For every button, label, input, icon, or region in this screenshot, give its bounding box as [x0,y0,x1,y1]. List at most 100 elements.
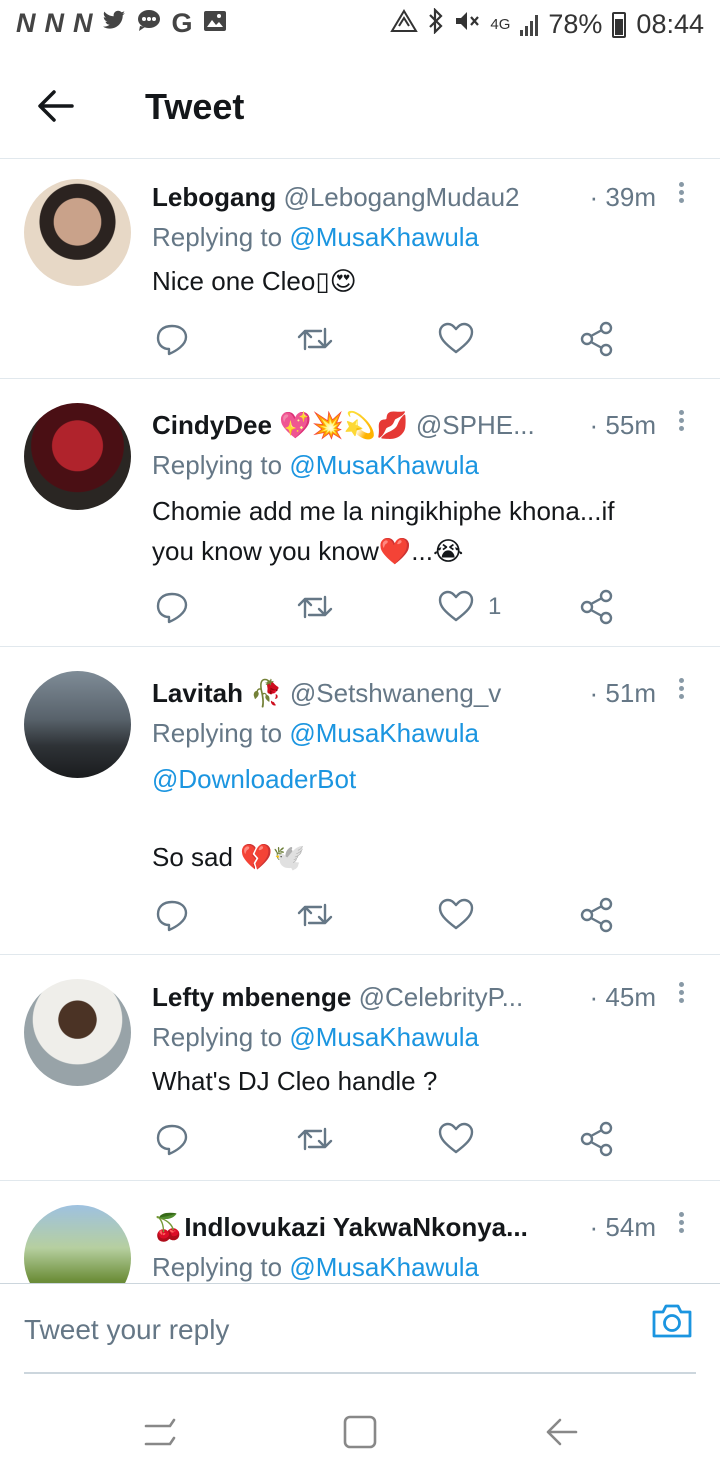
mention-link[interactable]: @MusaKhawula [289,718,479,748]
network-n-icon: N [44,8,64,38]
recent-apps-button[interactable] [140,1412,180,1452]
reply-input-underline [24,1372,696,1374]
user-handle: @Setshwaneng_v [289,678,502,708]
avatar[interactable] [24,179,131,286]
arrow-left-icon [38,90,74,122]
retweet-action-button[interactable] [295,895,335,935]
retweet-icon [297,1127,333,1151]
comment-icon [156,1124,188,1156]
signal-bars-icon [520,14,539,36]
mention-link[interactable]: @DownloaderBot [152,759,690,799]
mute-icon [454,9,480,40]
system-back-button[interactable] [542,1412,582,1452]
twitter-bird-icon [102,8,126,39]
like-action-button[interactable] [436,895,476,935]
tweet-time: · 51m [589,678,656,708]
share-icon [580,897,613,933]
like-action-button[interactable] [436,587,476,627]
retweet-action-button[interactable] [295,319,335,359]
more-options-button[interactable] [674,675,688,705]
back-button[interactable] [34,86,78,126]
replying-to-label: Replying to [152,1022,283,1052]
gallery-icon [203,8,227,39]
user-name[interactable]: Lebogang [152,182,276,212]
avatar[interactable] [24,403,131,510]
tweet-text: What's DJ Cleo handle ? [152,1066,438,1096]
like-count: 1 [488,593,502,620]
status-left-icons: N N N G [16,8,227,39]
share-icon [580,321,613,357]
replying-to-label: Replying to [152,1252,283,1282]
name-emoji: 🥀 [250,678,283,708]
heart-icon [438,590,474,622]
bluetooth-icon [428,7,444,41]
comment-icon [156,592,188,624]
reply-action-button[interactable] [152,895,192,935]
retweet-action-button[interactable] [295,1119,335,1159]
share-icon [580,1121,613,1157]
user-handle: @CelebrityP... [358,982,524,1012]
reply-action-button[interactable] [152,1119,192,1159]
replying-to-label: Replying to [152,450,283,480]
reply-input[interactable] [24,1310,624,1350]
tweet-text-line: you know you know❤️...😭 [152,536,464,566]
share-action-button[interactable] [577,1119,617,1159]
more-options-button[interactable] [674,1209,688,1239]
status-right-icons: 4G 78% 08:44 [390,7,704,41]
avatar[interactable] [24,671,131,778]
heart-icon [438,1122,474,1154]
tweet-item[interactable]: Lebogang @LebogangMudau2 · 39m Replying … [0,159,720,379]
data-saver-icon [390,9,419,40]
avatar[interactable] [24,1205,131,1283]
tweet-item[interactable]: Lavitah 🥀 @Setshwaneng_v · 51m Replying … [0,647,720,955]
mention-link[interactable]: @MusaKhawula [289,450,479,480]
network-n-icon: N [16,8,35,38]
tweet-time: · 54m [589,1212,656,1242]
battery-text: 78% [548,9,603,39]
camera-button[interactable] [650,1300,694,1340]
user-name[interactable]: 🍒Indlovukazi YakwaNkonya... [152,1212,528,1242]
user-name[interactable]: Lefty mbenenge [152,982,351,1012]
more-options-button[interactable] [674,179,688,209]
mention-link[interactable]: @MusaKhawula [289,222,479,252]
reply-action-button[interactable] [152,587,192,627]
retweet-action-button[interactable] [295,587,335,627]
retweet-icon [297,903,333,927]
tweet-time: · 45m [589,982,656,1012]
user-name[interactable]: CindyDee [152,410,272,440]
reply-action-button[interactable] [152,319,192,359]
share-icon [580,589,613,625]
avatar[interactable] [24,979,131,1086]
replying-to-label: Replying to [152,718,283,748]
share-action-button[interactable] [577,895,617,935]
like-action-button[interactable] [436,1119,476,1159]
mention-link[interactable]: @MusaKhawula [289,1022,479,1052]
share-action-button[interactable] [577,587,617,627]
more-options-button[interactable] [674,979,688,1009]
like-action-button[interactable] [436,319,476,359]
mention-link[interactable]: @MusaKhawula [289,1252,479,1282]
home-button[interactable] [340,1412,380,1452]
retweet-icon [297,327,333,351]
tweet-item[interactable]: CindyDee 💖💥💫💋 @SPHE... · 55m Replying to… [0,379,720,647]
replies-list[interactable]: Lebogang @LebogangMudau2 · 39m Replying … [0,159,720,1283]
tweet-item[interactable]: 🍒Indlovukazi YakwaNkonya... · 54m Replyi… [0,1181,720,1283]
heart-icon [438,322,474,354]
google-icon: G [171,8,193,38]
back-icon [546,1418,578,1446]
more-options-button[interactable] [674,407,688,437]
signal-4g-icon: 4G [490,16,511,33]
name-emoji: 💖💥💫💋 [279,410,409,440]
tweet-time: · 39m [589,182,656,212]
status-bar: N N N G 4G 78% 08:44 [0,0,720,50]
replying-to-label: Replying to [152,222,283,252]
user-handle: @SPHE... [415,410,535,440]
recent-apps-icon [144,1418,176,1446]
tweet-text: Nice one Cleo▯😍 [152,266,357,296]
tweet-item[interactable]: Lefty mbenenge @CelebrityP... · 45m Repl… [0,955,720,1181]
tweet-text-line: Chomie add me la ningikhiphe khona...if [152,496,615,526]
tweet-time: · 55m [589,410,656,440]
user-name[interactable]: Lavitah [152,678,243,708]
retweet-icon [297,595,333,619]
share-action-button[interactable] [577,319,617,359]
